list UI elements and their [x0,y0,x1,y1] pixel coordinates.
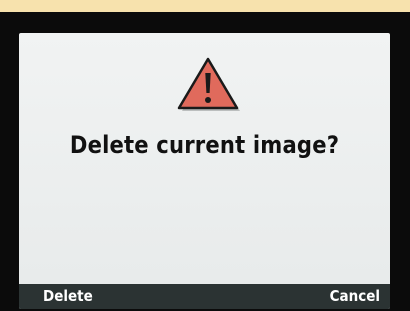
delete-button[interactable]: Delete [43,287,93,305]
softkey-bar: Delete Cancel [19,284,390,309]
warning-triangle-icon [177,57,240,111]
lcd-screen: Delete current image? Delete Cancel [19,33,390,309]
camera-bezel: Delete current image? Delete Cancel [0,12,410,311]
dialog-prompt: Delete current image? [69,131,340,159]
cancel-button[interactable]: Cancel [330,287,380,305]
